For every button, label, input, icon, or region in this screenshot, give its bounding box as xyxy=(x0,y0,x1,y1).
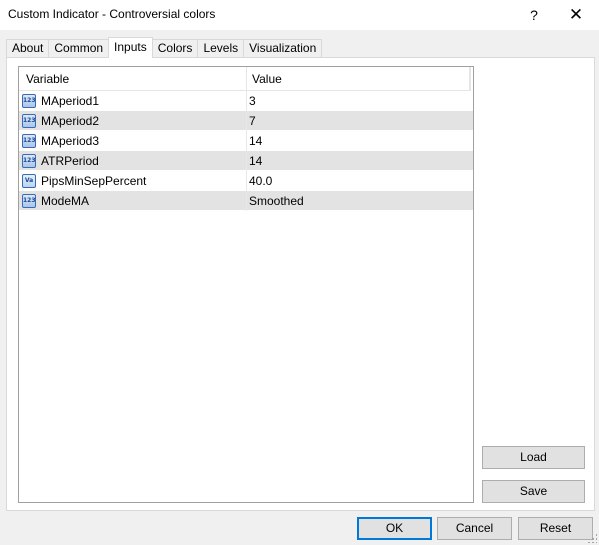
save-button[interactable]: Save xyxy=(482,480,585,503)
load-button[interactable]: Load xyxy=(482,446,585,469)
cell-divider xyxy=(246,191,247,211)
table-row[interactable]: Va PipsMinSepPercent 40.0 xyxy=(19,171,473,191)
cell-divider xyxy=(246,111,247,131)
table-row[interactable]: 123 ATRPeriod 14 xyxy=(19,151,473,171)
tab-common[interactable]: Common xyxy=(48,39,109,58)
column-header-value[interactable]: Value xyxy=(252,67,472,91)
input-rows: 123 MAperiod1 3 123 MAperiod2 7 123 MApe… xyxy=(19,91,473,211)
window-title: Custom Indicator - Controversial colors xyxy=(8,7,216,21)
tab-colors[interactable]: Colors xyxy=(152,39,198,58)
cell-divider xyxy=(246,91,247,111)
ok-button[interactable]: OK xyxy=(357,517,432,540)
help-button[interactable]: ? xyxy=(511,0,557,30)
tab-levels[interactable]: Levels xyxy=(197,39,244,58)
reset-button[interactable]: Reset xyxy=(518,517,593,540)
variable-name: ModeMA xyxy=(41,194,90,208)
tab-inputs[interactable]: Inputs xyxy=(108,37,153,58)
variable-value[interactable]: 40.0 xyxy=(249,171,272,191)
integer-type-icon: 123 xyxy=(22,134,36,148)
header-edge xyxy=(469,67,471,91)
inputs-panel: Variable Value 123 MAperiod1 3 123 MAper… xyxy=(6,57,595,511)
table-row[interactable]: 123 MAperiod1 3 xyxy=(19,91,473,111)
variable-name: MAperiod3 xyxy=(41,134,100,148)
double-type-icon: Va xyxy=(22,174,36,188)
cell-divider xyxy=(246,171,247,191)
variable-name: MAperiod2 xyxy=(41,114,100,128)
tab-about[interactable]: About xyxy=(6,39,49,58)
column-divider[interactable] xyxy=(246,67,247,91)
inputs-list[interactable]: Variable Value 123 MAperiod1 3 123 MAper… xyxy=(18,66,474,503)
list-header: Variable Value xyxy=(19,67,471,91)
cancel-button[interactable]: Cancel xyxy=(437,517,512,540)
integer-type-icon: 123 xyxy=(22,194,36,208)
title-bar: Custom Indicator - Controversial colors … xyxy=(0,0,599,30)
column-header-variable[interactable]: Variable xyxy=(26,67,246,91)
table-row[interactable]: 123 MAperiod3 14 xyxy=(19,131,473,151)
cell-divider xyxy=(246,151,247,171)
variable-value[interactable]: 7 xyxy=(249,111,256,131)
variable-value[interactable]: 14 xyxy=(249,151,262,171)
integer-type-icon: 123 xyxy=(22,154,36,168)
variable-value[interactable]: 3 xyxy=(249,91,256,111)
variable-value[interactable]: Smoothed xyxy=(249,191,304,211)
variable-value[interactable]: 14 xyxy=(249,131,262,151)
tab-bar: About Common Inputs Colors Levels Visual… xyxy=(6,37,323,58)
tab-visualization[interactable]: Visualization xyxy=(243,39,323,58)
table-row[interactable]: 123 ModeMA Smoothed xyxy=(19,191,473,211)
integer-type-icon: 123 xyxy=(22,94,36,108)
close-button[interactable]: ✕ xyxy=(553,0,599,30)
variable-name: MAperiod1 xyxy=(41,94,100,108)
cell-divider xyxy=(246,131,247,151)
table-row[interactable]: 123 MAperiod2 7 xyxy=(19,111,473,131)
variable-name: PipsMinSepPercent xyxy=(41,174,147,188)
variable-name: ATRPeriod xyxy=(41,154,99,168)
integer-type-icon: 123 xyxy=(22,114,36,128)
